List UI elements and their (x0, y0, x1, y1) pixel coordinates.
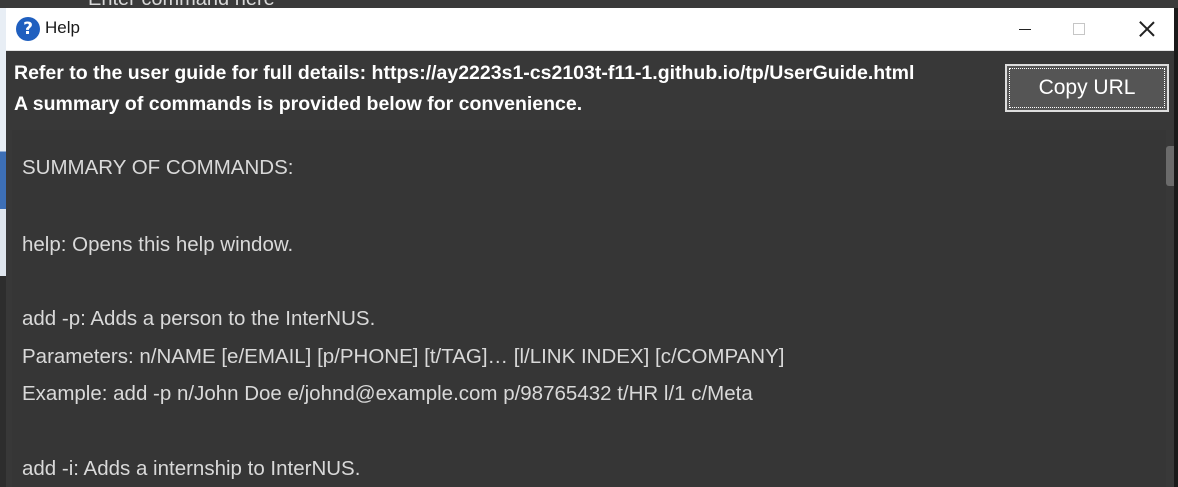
background-desktop-edge-right (1174, 8, 1178, 487)
background-app-window: Enter command here (0, 0, 1178, 8)
command-add-person-example: Example: add -p n/John Doe e/johnd@examp… (22, 382, 753, 405)
close-icon (1139, 21, 1155, 37)
summary-note: A summary of commands is provided below … (14, 93, 583, 115)
command-add-internship-line: add -i: Adds a internship to InterNUS. (22, 457, 361, 480)
command-add-person-line: add -p: Adds a person to the InterNUS. (22, 307, 376, 330)
minimize-button[interactable] (998, 8, 1052, 50)
maximize-button[interactable] (1052, 8, 1106, 50)
help-question-icon: ? (16, 17, 40, 41)
minimize-icon (1019, 28, 1031, 30)
copy-url-button[interactable]: Copy URL (1005, 64, 1169, 112)
command-summary-text-area[interactable]: SUMMARY OF COMMANDS: help: Opens this he… (12, 130, 1167, 487)
command-help-line: help: Opens this help window. (22, 233, 294, 256)
help-window: ? Help Refer to the user guide for full … (6, 8, 1174, 487)
scrollbar-thumb[interactable] (1166, 146, 1174, 186)
vertical-scrollbar[interactable] (1166, 130, 1174, 487)
close-button[interactable] (1120, 8, 1174, 50)
maximize-icon (1073, 23, 1085, 35)
window-title: Help (45, 18, 80, 37)
user-guide-link-text: Refer to the user guide for full details… (14, 62, 915, 84)
help-header: Refer to the user guide for full details… (6, 51, 1174, 129)
summary-heading: SUMMARY OF COMMANDS: (22, 156, 294, 179)
command-add-person-parameters: Parameters: n/NAME [e/EMAIL] [p/PHONE] [… (22, 345, 785, 368)
background-command-input: Enter command here (88, 0, 275, 8)
title-bar[interactable]: ? Help (6, 8, 1174, 51)
